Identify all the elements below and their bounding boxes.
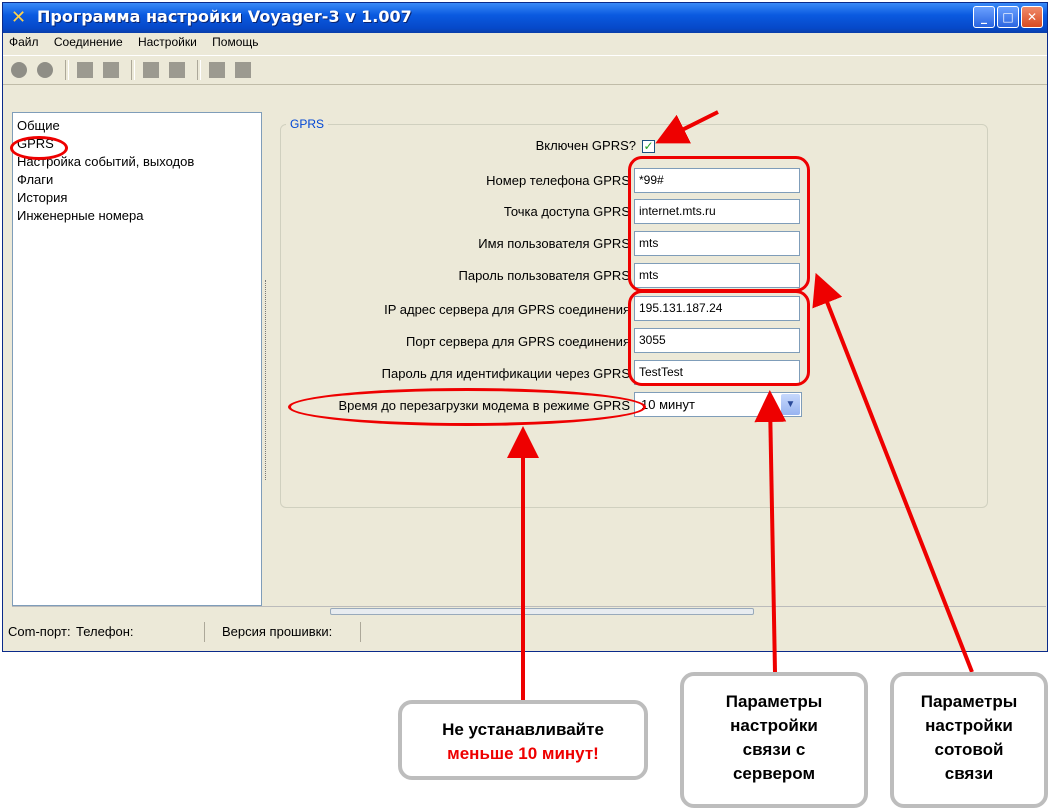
- warning-callout-line1: Не устанавливайте: [442, 720, 604, 739]
- cell-callout-line1: Параметры: [920, 692, 1018, 711]
- server-callout-line2: настройки: [730, 716, 818, 735]
- cell-callout-line4: связи: [944, 764, 994, 783]
- server-callout-line3: связи с: [742, 740, 806, 759]
- server-params-callout: Параметры настройки связи с сервером: [680, 672, 868, 808]
- cell-callout-line2: настройки: [925, 716, 1013, 735]
- warning-callout: Не устанавливайте меньше 10 минут!: [398, 700, 648, 780]
- server-callout-line4: сервером: [732, 764, 816, 783]
- cellular-params-callout: Параметры настройки сотовой связи: [890, 672, 1048, 808]
- server-callout-line1: Параметры: [725, 692, 823, 711]
- cell-callout-line3: сотовой: [934, 740, 1004, 759]
- warning-callout-line2: меньше 10 минут!: [447, 744, 599, 763]
